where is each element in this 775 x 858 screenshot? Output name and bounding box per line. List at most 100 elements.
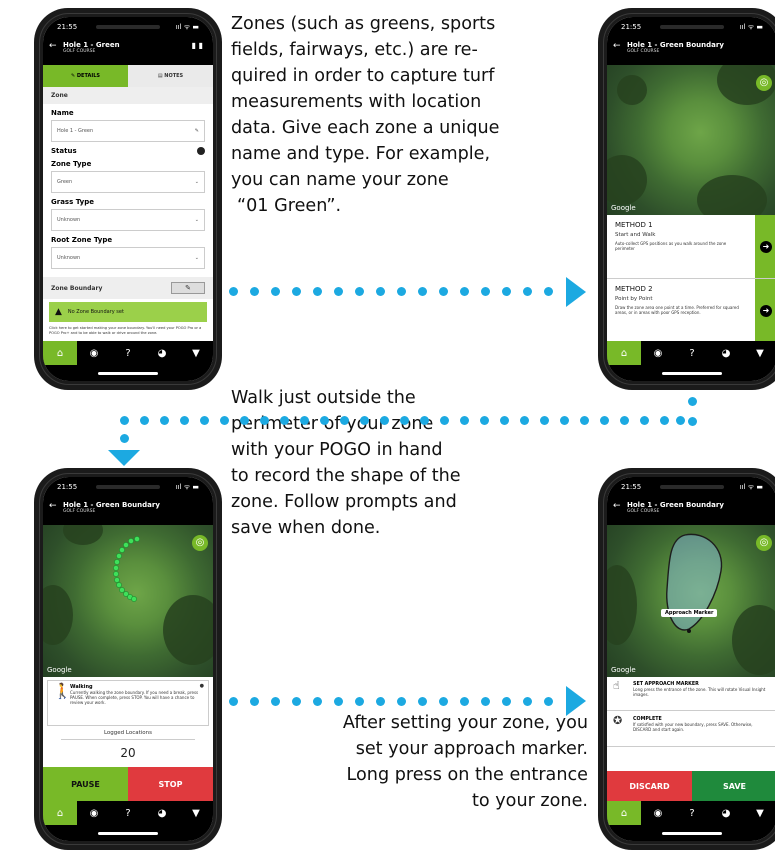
- zone-type-select[interactable]: Green ⌄: [51, 171, 205, 193]
- status-toggle[interactable]: [197, 147, 205, 155]
- page-subtitle: GOLF COURSE: [63, 509, 96, 514]
- nav-help-icon[interactable]: ?: [111, 341, 145, 365]
- nav-profile-icon[interactable]: ◕: [145, 801, 179, 825]
- page-subtitle: GOLF COURSE: [627, 509, 660, 514]
- complete-card: ✪ COMPLETE If satisfied with your new bo…: [607, 711, 775, 747]
- caption-line: to your zone.: [472, 791, 588, 811]
- map-view[interactable]: Approach Marker ◎ Google: [607, 525, 775, 677]
- nav-device-icon[interactable]: ▼: [743, 341, 775, 365]
- caption-line: you can name your zone: [231, 170, 449, 190]
- nav-camera-icon[interactable]: ◉: [641, 341, 675, 365]
- map-view[interactable]: ◎ Google: [607, 65, 775, 215]
- map-view[interactable]: ◎ Google: [43, 525, 213, 677]
- map-attribution: Google: [611, 666, 636, 674]
- tab-label: NOTES: [164, 73, 184, 79]
- app-header: ← Hole 1 - Green Boundary GOLF COURSE: [607, 37, 775, 65]
- root-zone-value: Unknown: [57, 255, 81, 261]
- stop-button[interactable]: STOP: [128, 767, 213, 801]
- warning-icon: ▲: [55, 307, 62, 317]
- chevron-down-icon: ⌄: [194, 217, 199, 223]
- save-delete-icons[interactable]: ▮ ▮: [192, 41, 203, 50]
- page-subtitle: GOLF COURSE: [627, 49, 660, 54]
- my-location-icon[interactable]: ◎: [192, 535, 208, 551]
- approach-marker-label[interactable]: Approach Marker: [661, 609, 718, 617]
- caption-walk: Walk just outside the perimeter of your …: [231, 385, 461, 541]
- section-boundary: Zone Boundary ✎: [43, 277, 213, 299]
- zone-boundary-shape: [666, 533, 723, 633]
- nav-home-icon[interactable]: ⌂: [607, 801, 641, 825]
- name-label: Name: [51, 109, 74, 117]
- arrow-right-icon: [566, 277, 586, 307]
- root-zone-select[interactable]: Unknown ⌄: [51, 247, 205, 269]
- nav-profile-icon[interactable]: ◕: [145, 341, 179, 365]
- tab-label: DETAILS: [76, 73, 101, 79]
- no-boundary-alert[interactable]: ▲ No Zone Boundary set: [49, 302, 207, 322]
- method-2-option[interactable]: METHOD 2 Point by Point Draw the zone ar…: [607, 279, 775, 343]
- save-button[interactable]: SAVE: [692, 771, 775, 801]
- app-header: ← Hole 1 - Green GOLF COURSE ▮ ▮: [43, 37, 213, 65]
- screen: 21:55 ııl ᯤ ▬ ← Hole 1 - Green Boundary G…: [607, 477, 775, 841]
- page-title: Hole 1 - Green Boundary: [63, 501, 160, 509]
- name-field[interactable]: Hole 1 - Green ✎: [51, 120, 205, 142]
- tab-details[interactable]: ✎ DETAILS: [43, 65, 128, 87]
- page-subtitle: GOLF COURSE: [63, 49, 96, 54]
- discard-button[interactable]: DISCARD: [607, 771, 692, 801]
- back-arrow-icon[interactable]: ←: [49, 41, 57, 51]
- method-1-option[interactable]: METHOD 1 Start and Walk Auto-collect GPS…: [607, 215, 775, 279]
- walk-controls: PAUSE STOP: [43, 767, 213, 801]
- nav-camera-icon[interactable]: ◉: [77, 341, 111, 365]
- nav-profile-icon[interactable]: ◕: [709, 801, 743, 825]
- nav-help-icon[interactable]: ?: [675, 801, 709, 825]
- back-arrow-icon[interactable]: ←: [49, 501, 57, 511]
- back-arrow-icon[interactable]: ←: [613, 41, 621, 51]
- my-location-icon[interactable]: ◎: [756, 535, 772, 551]
- app-header: ← Hole 1 - Green Boundary GOLF COURSE: [607, 497, 775, 525]
- caption-line: Zones (such as greens, sports: [231, 14, 496, 34]
- method-subtitle: Point by Point: [615, 296, 653, 302]
- screen: 21:55 ııl ᯤ ▬ ← Hole 1 - Green GOLF COURS…: [43, 17, 213, 381]
- nav-home-icon[interactable]: ⌂: [43, 341, 77, 365]
- walking-person-icon: 🚶: [53, 682, 72, 700]
- grass-type-label: Grass Type: [51, 198, 94, 206]
- caption-line: zone. Follow prompts and: [231, 492, 457, 512]
- method-title: METHOD 1: [615, 221, 653, 229]
- nav-device-icon[interactable]: ▼: [179, 801, 213, 825]
- app-header: ← Hole 1 - Green Boundary GOLF COURSE: [43, 497, 213, 525]
- nav-help-icon[interactable]: ?: [675, 341, 709, 365]
- bottom-nav: ⌂ ◉ ? ◕ ▼: [607, 801, 775, 841]
- pause-button[interactable]: PAUSE: [43, 767, 128, 801]
- back-arrow-icon[interactable]: ←: [613, 501, 621, 511]
- page-title: Hole 1 - Green Boundary: [627, 41, 724, 49]
- edit-boundary-button[interactable]: ✎: [171, 282, 205, 294]
- caption-line: data. Give each zone a unique: [231, 118, 500, 138]
- caption-line: fields, fairways, etc.) are re-: [231, 40, 478, 60]
- walking-description: Currently walking the zone boundary. If …: [70, 690, 199, 705]
- nav-home-icon[interactable]: ⌂: [607, 341, 641, 365]
- zone-type-label: Zone Type: [51, 160, 92, 168]
- clock: 21:55: [57, 483, 78, 491]
- set-marker-description: Long press the entrance of the zone. Thi…: [633, 687, 766, 697]
- nav-help-icon[interactable]: ?: [111, 801, 145, 825]
- caption-line: save when done.: [231, 518, 381, 538]
- screen: 21:55 ııl ᯤ ▬ ← Hole 1 - Green Boundary G…: [43, 477, 213, 841]
- method-2-go-button[interactable]: ➜: [755, 279, 775, 342]
- tab-notes[interactable]: ▤ NOTES: [128, 65, 213, 87]
- grass-type-select[interactable]: Unknown ⌄: [51, 209, 205, 231]
- caption-line: quired in order to capture turf: [231, 66, 495, 86]
- nav-home-icon[interactable]: ⌂: [43, 801, 77, 825]
- nav-camera-icon[interactable]: ◉: [77, 801, 111, 825]
- caption-line: to record the shape of the: [231, 466, 461, 486]
- nav-device-icon[interactable]: ▼: [179, 341, 213, 365]
- nav-camera-icon[interactable]: ◉: [641, 801, 675, 825]
- chevron-down-icon: ⌄: [194, 255, 199, 261]
- clock: 21:55: [621, 23, 642, 31]
- nav-profile-icon[interactable]: ◕: [709, 341, 743, 365]
- status-icons: ııl ᯤ ▬: [739, 22, 763, 31]
- method-subtitle: Start and Walk: [615, 232, 656, 238]
- caption-approach: After setting your zone, you set your ap…: [268, 710, 588, 814]
- method-1-go-button[interactable]: ➜: [755, 215, 775, 278]
- edit-icon: ✎: [194, 128, 199, 134]
- nav-device-icon[interactable]: ▼: [743, 801, 775, 825]
- my-location-icon[interactable]: ◎: [756, 75, 772, 91]
- status-icons: ııl ᯤ ▬: [739, 482, 763, 491]
